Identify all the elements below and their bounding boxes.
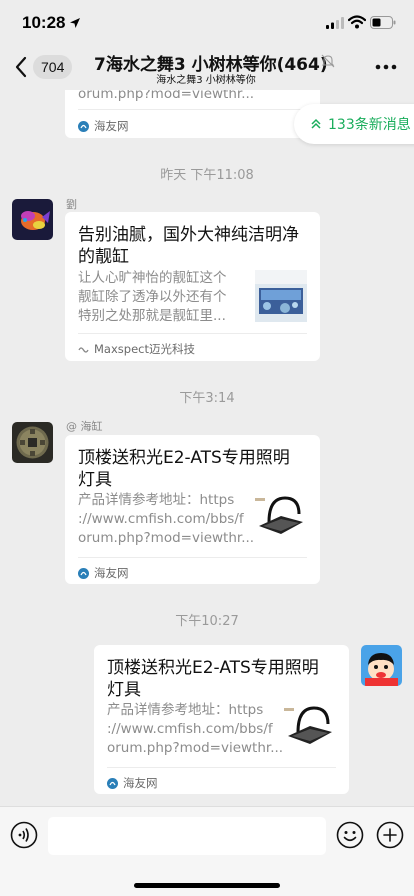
- card-title-line2: 的靓缸: [78, 247, 129, 267]
- card-desc-line3: orum.php?mod=viewthr...: [107, 740, 284, 756]
- time-separator: 下午10:27: [175, 614, 239, 629]
- source-logo-icon: [107, 777, 118, 789]
- wifi-icon: [348, 15, 366, 29]
- sender-name: 劉: [66, 198, 77, 211]
- time-separator: 昨天 下午11:08: [160, 168, 254, 183]
- home-indicator: [134, 883, 280, 888]
- card-divider: [78, 557, 307, 558]
- cellular-signal-icon: [326, 17, 344, 29]
- card-title-line1: 告别油腻，国外大神纯洁明净: [78, 225, 299, 245]
- time-separator: 下午3:14: [179, 391, 235, 406]
- avatar[interactable]: [12, 422, 53, 463]
- card-source-label: 海友网: [94, 566, 129, 580]
- link-card-own[interactable]: 顶楼送积光E2-ATS专用照明 灯具 产品详情参考地址：https ://www…: [94, 645, 349, 794]
- card-divider: [107, 767, 336, 768]
- card-desc-line1: 产品详情参考地址：https: [107, 702, 264, 718]
- message-input-bar: [0, 806, 414, 896]
- avatar-fish-image: [12, 199, 53, 240]
- card-source: Maxspect迈光科技: [78, 341, 195, 357]
- source-logo-icon: [78, 567, 89, 579]
- card-divider: [78, 333, 307, 334]
- emoji-icon[interactable]: [336, 821, 364, 849]
- card-desc-line3: 特别之处那就是靓缸里...: [78, 308, 226, 324]
- avatar[interactable]: [12, 199, 53, 240]
- card-title-line2: 灯具: [107, 680, 141, 700]
- avatar-coin-image: [12, 422, 53, 463]
- chat-nav-bar: 704 7海水之舞3 小树林等你(464) 海水之舞3 小树林等你: [0, 44, 414, 90]
- card-desc-line1: 产品详情参考地址：https: [78, 492, 235, 508]
- message-text-input[interactable]: [48, 817, 326, 855]
- card-title-line1: 顶楼送积光E2-ATS专用照明: [78, 448, 290, 468]
- my-avatar[interactable]: [361, 645, 402, 686]
- chat-message-list[interactable]: orum.php?mod=viewthr... 海友网 133条新消息 昨天 下…: [0, 90, 414, 806]
- link-card[interactable]: 告别油腻，国外大神纯洁明净 的靓缸 让人心旷神怡的靓缸这个 靓缸除了透净以外还有…: [65, 212, 320, 361]
- voice-input-icon[interactable]: [10, 821, 38, 849]
- aquarium-thumbnail-image: [255, 270, 307, 322]
- card-title-line2: 灯具: [78, 470, 112, 490]
- card-source-label: 海友网: [123, 776, 158, 790]
- battery-icon: [370, 16, 396, 29]
- card-divider: [78, 109, 307, 110]
- chat-subtitle: 海水之舞3 小树林等你: [0, 71, 414, 86]
- more-options-icon[interactable]: [374, 63, 398, 71]
- lamp-thumbnail-image: [255, 492, 307, 544]
- card-desc-line2: ://www.cmfish.com/bbs/f: [78, 511, 244, 527]
- card-desc-line2: ://www.cmfish.com/bbs/f: [107, 721, 273, 737]
- source-logo-icon: [78, 346, 89, 353]
- status-bar: 10:28: [0, 0, 414, 44]
- link-card[interactable]: 顶楼送积光E2-ATS专用照明 灯具 产品详情参考地址：https ://www…: [65, 435, 320, 584]
- new-messages-label: 133条新消息: [328, 117, 411, 133]
- link-card-partial[interactable]: orum.php?mod=viewthr... 海友网: [65, 90, 320, 138]
- card-desc: orum.php?mod=viewthr...: [78, 90, 255, 102]
- avatar-cartoon-image: [361, 645, 402, 686]
- sender-name: @ 海缸: [66, 420, 103, 433]
- mute-bell-icon: [321, 54, 335, 68]
- lamp-thumbnail-image: [284, 702, 336, 754]
- plus-icon[interactable]: [376, 821, 404, 849]
- new-messages-button[interactable]: 133条新消息: [294, 104, 414, 144]
- source-logo-icon: [78, 120, 89, 132]
- card-source: 海友网: [78, 118, 129, 134]
- card-desc-line1: 让人心旷神怡的靓缸这个: [78, 270, 227, 286]
- card-source-label: 海友网: [94, 119, 129, 133]
- location-arrow-icon: [70, 18, 80, 28]
- card-desc-line3: orum.php?mod=viewthr...: [78, 530, 255, 546]
- chat-subtitle-text: 海水之舞3 小树林等你: [156, 75, 256, 86]
- card-title-line1: 顶楼送积光E2-ATS专用照明: [107, 658, 319, 678]
- card-desc-line2: 靓缸除了透净以外还有个: [78, 289, 227, 305]
- card-source: 海友网: [107, 775, 158, 791]
- double-chevron-up-icon: [311, 118, 321, 129]
- card-source-label: Maxspect迈光科技: [94, 342, 195, 356]
- card-source: 海友网: [78, 565, 129, 581]
- status-time: 10:28: [22, 13, 66, 32]
